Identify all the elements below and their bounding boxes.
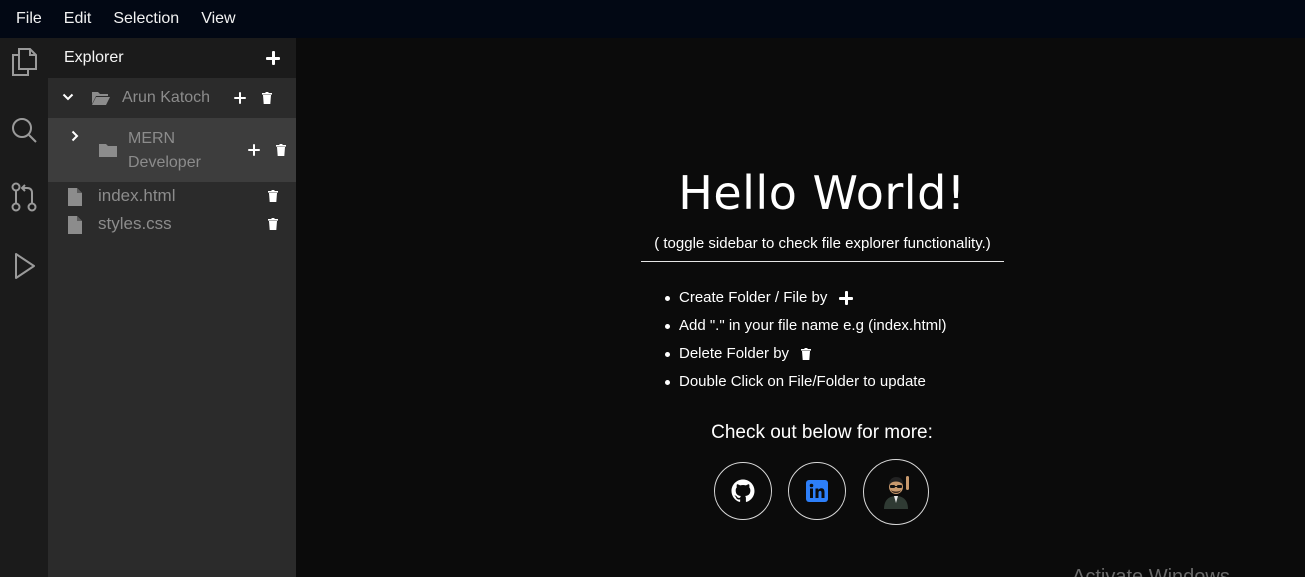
add-to-subfolder-plus-icon[interactable] bbox=[248, 144, 260, 156]
run-icon[interactable] bbox=[8, 250, 40, 282]
page-subtitle: ( toggle sidebar to check file explorer … bbox=[641, 235, 1004, 262]
delete-subfolder-trash-icon[interactable] bbox=[276, 144, 286, 156]
tip-create: Create Folder / File by bbox=[679, 289, 828, 306]
chevron-down-icon[interactable] bbox=[62, 91, 74, 103]
file-name-index[interactable]: index.html bbox=[98, 186, 175, 206]
avatar-link[interactable] bbox=[863, 459, 929, 525]
sub-folder-row[interactable]: MERN Developer bbox=[48, 118, 296, 182]
delete-file-trash-icon[interactable] bbox=[268, 218, 278, 230]
menu-view[interactable]: View bbox=[201, 10, 235, 28]
menu-file[interactable]: File bbox=[16, 10, 42, 28]
avatar bbox=[884, 476, 909, 509]
chevron-right-icon[interactable] bbox=[70, 130, 80, 142]
main-content: Hello World! ( toggle sidebar to check f… bbox=[296, 38, 1305, 577]
file-row-styles[interactable]: styles.css bbox=[48, 210, 296, 238]
github-link[interactable] bbox=[714, 462, 772, 520]
tip-extension: Add "." in your file name e.g (index.htm… bbox=[679, 317, 947, 334]
github-icon bbox=[731, 479, 755, 502]
menu-edit[interactable]: Edit bbox=[64, 10, 92, 28]
explorer-title: Explorer bbox=[64, 49, 124, 66]
tips-list: Create Folder / File by Add "." in your … bbox=[665, 284, 946, 396]
source-control-icon[interactable] bbox=[8, 181, 40, 213]
page-heading: Hello World! bbox=[678, 166, 966, 220]
list-item: Delete Folder by bbox=[665, 340, 946, 368]
explorer-sidebar: Explorer Arun Katoch MERN Developer inde… bbox=[48, 38, 296, 577]
tip-update: Double Click on File/Folder to update bbox=[679, 373, 926, 390]
root-folder-name[interactable]: Arun Katoch bbox=[122, 89, 210, 107]
menu-bar: File Edit Selection View bbox=[0, 0, 1305, 38]
tip-delete: Delete Folder by bbox=[679, 345, 790, 362]
file-name-styles[interactable]: styles.css bbox=[98, 214, 172, 234]
menu-selection[interactable]: Selection bbox=[113, 10, 179, 28]
linkedin-icon bbox=[806, 480, 828, 502]
sub-folder-name[interactable]: MERN Developer bbox=[128, 127, 228, 175]
folder-open-icon bbox=[92, 92, 110, 105]
new-item-plus-icon[interactable] bbox=[266, 51, 280, 65]
file-icon bbox=[68, 188, 82, 206]
add-to-folder-plus-icon[interactable] bbox=[234, 92, 246, 104]
list-item: Double Click on File/Folder to update bbox=[665, 368, 946, 396]
windows-activation-watermark: Activate Windows bbox=[1072, 566, 1230, 577]
file-icon bbox=[68, 216, 82, 234]
file-row-index[interactable]: index.html bbox=[48, 182, 296, 210]
root-folder-row[interactable]: Arun Katoch bbox=[48, 82, 296, 114]
list-item: Create Folder / File by bbox=[665, 284, 946, 312]
folder-icon bbox=[99, 144, 117, 157]
files-icon[interactable] bbox=[8, 46, 40, 78]
plus-icon bbox=[839, 291, 854, 305]
list-item: Add "." in your file name e.g (index.htm… bbox=[665, 312, 946, 340]
delete-folder-trash-icon[interactable] bbox=[262, 92, 272, 104]
activity-bar bbox=[0, 38, 48, 577]
linkedin-link[interactable] bbox=[788, 462, 846, 520]
search-icon[interactable] bbox=[8, 114, 40, 146]
delete-file-trash-icon[interactable] bbox=[268, 190, 278, 202]
more-label: Check out below for more: bbox=[711, 422, 933, 443]
explorer-header: Explorer bbox=[48, 38, 296, 78]
trash-icon bbox=[801, 348, 812, 360]
